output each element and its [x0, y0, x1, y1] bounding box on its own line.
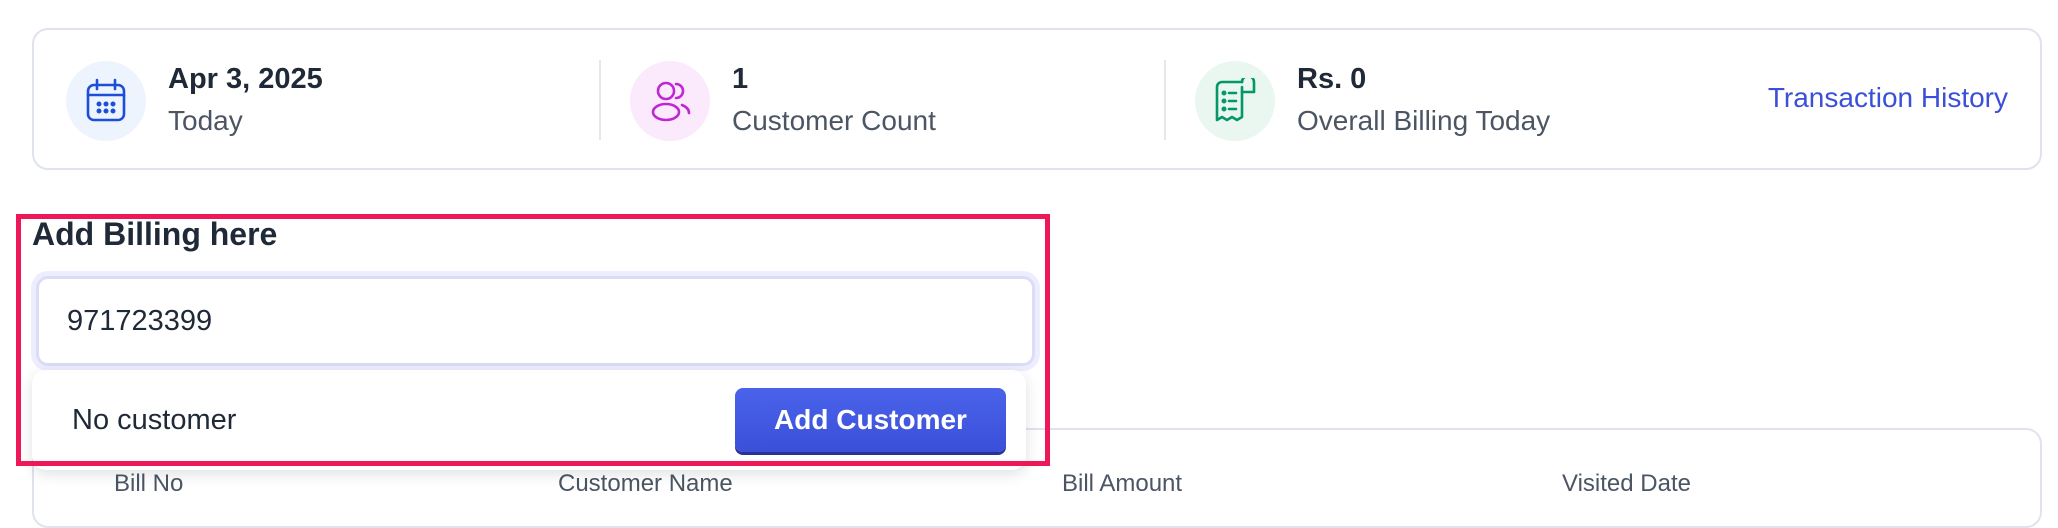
date-value: Apr 3, 2025 — [168, 63, 323, 95]
billing-label: Overall Billing Today — [1297, 105, 1551, 136]
stat-billing: Rs. 0 Overall Billing Today — [1195, 60, 1550, 142]
stat-date: Apr 3, 2025 Today — [66, 60, 323, 142]
customer-count-label: Customer Count — [732, 105, 936, 136]
add-billing-section-highlight — [16, 214, 1050, 466]
table-header-customer-name: Customer Name — [558, 470, 733, 497]
users-icon — [630, 61, 710, 141]
customer-count-value: 1 — [732, 63, 749, 95]
date-label: Today — [168, 105, 243, 136]
transaction-history-link[interactable]: Transaction History — [1768, 82, 2008, 114]
calendar-icon — [66, 61, 146, 141]
table-header-visited-date: Visited Date — [1562, 470, 1691, 497]
receipt-icon — [1195, 61, 1275, 141]
stat-divider — [1164, 60, 1166, 140]
billing-value: Rs. 0 — [1297, 63, 1367, 95]
table-header-bill-no: Bill No — [114, 470, 184, 497]
table-header-bill-amount: Bill Amount — [1062, 470, 1183, 497]
stat-customers: 1 Customer Count — [630, 60, 936, 142]
stats-card: Apr 3, 2025 Today 1 Customer Count Rs. 0… — [32, 28, 2042, 170]
stat-divider — [599, 60, 601, 140]
